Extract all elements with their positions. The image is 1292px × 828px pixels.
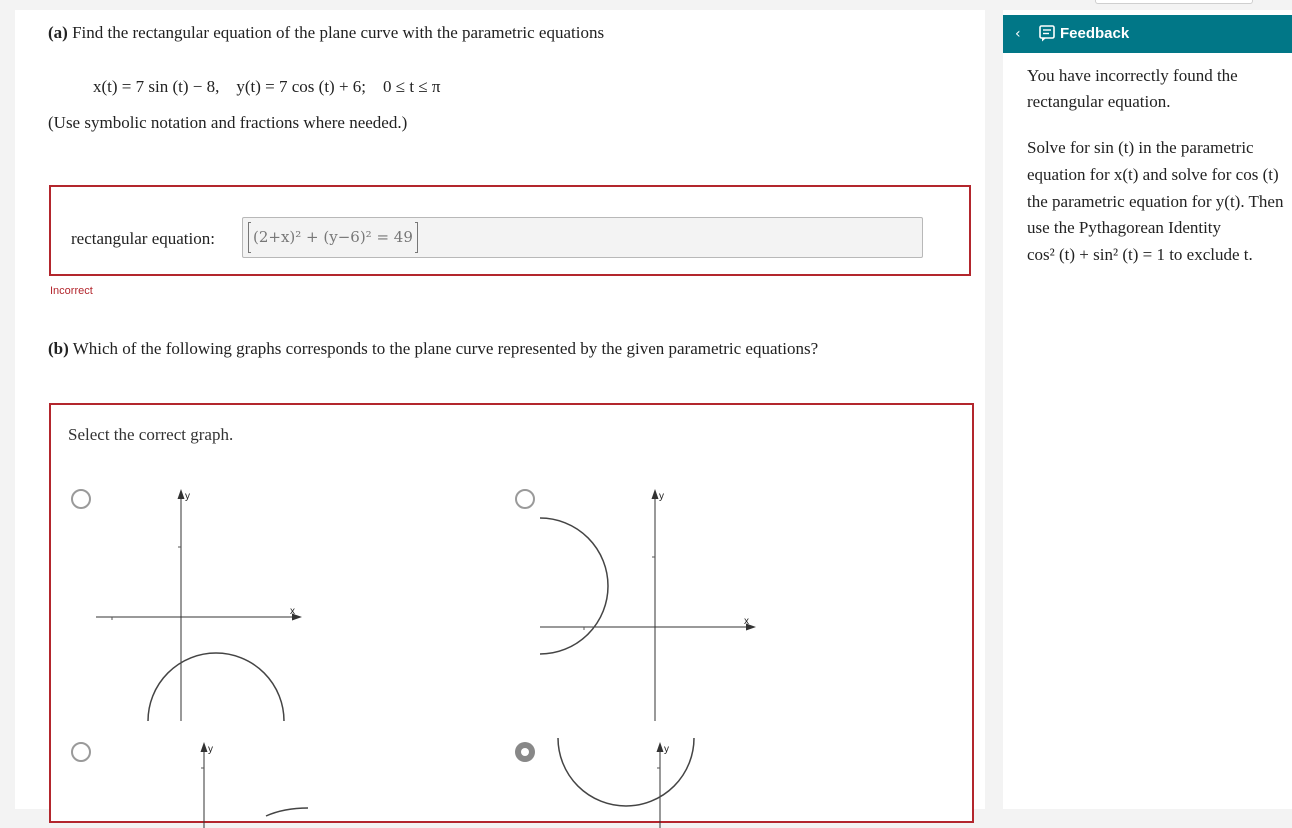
y-axis-label: y — [185, 491, 190, 502]
graph-option-1[interactable]: y x — [96, 485, 316, 722]
x-equation: x(t) = 7 sin (t) − 8, — [93, 77, 220, 96]
bracket-left — [248, 222, 251, 253]
graph-option-2-radio[interactable] — [515, 489, 535, 509]
part-b-prompt: (b) Which of the following graphs corres… — [48, 339, 819, 358]
graph-choices: Select the correct graph. y x y x y y — [49, 403, 974, 828]
y-axis-label: y — [664, 744, 669, 755]
feedback-line-2: rectangular equation. — [1027, 92, 1171, 111]
feedback-header[interactable]: ‹ Feedback — [1003, 15, 1292, 53]
answer-expression: (2+x)² + (y−6)² = 49 — [248, 222, 418, 253]
x-axis-label: x — [290, 606, 295, 617]
x-axis-label: x — [744, 616, 749, 627]
question-panel: (a) Find the rectangular equation of the… — [15, 10, 985, 828]
curve-right-semicircle — [539, 517, 609, 655]
y-axis-arrow — [651, 489, 659, 499]
feedback-title: Feedback — [1060, 25, 1130, 42]
feedback-comment-icon — [1039, 25, 1055, 42]
y-axis-arrow — [656, 742, 664, 752]
notation-hint: (Use symbolic notation and fractions whe… — [48, 113, 408, 132]
feedback-line-6: use the Pythagorean Identity — [1027, 218, 1222, 237]
graph-option-2[interactable]: y x — [539, 485, 770, 721]
curve-upper-semicircle — [147, 652, 285, 722]
y-axis-arrow — [200, 742, 208, 752]
bracket-right — [414, 222, 418, 253]
select-graph-label: Select the correct graph. — [68, 425, 234, 444]
feedback-line-4: equation for x(t) and solve for cos (t) — [1027, 165, 1279, 184]
t-range: 0 ≤ t ≤ π — [383, 77, 441, 96]
y-equation: y(t) = 7 cos (t) + 6; — [236, 77, 367, 96]
graph-option-3[interactable]: y — [96, 738, 316, 828]
feedback-panel: ‹ Feedback You have incorrectly found th… — [1003, 10, 1292, 809]
parametric-equations: x(t) = 7 sin (t) − 8, y(t) = 7 cos (t) +… — [93, 77, 440, 97]
curve-lower-semicircle — [557, 737, 695, 807]
y-axis-label: y — [659, 491, 664, 502]
graph-option-1-radio[interactable] — [71, 489, 91, 509]
status-incorrect: Incorrect — [50, 285, 93, 297]
graph-option-3-radio[interactable] — [71, 742, 91, 762]
curve-partial-arc — [265, 807, 309, 817]
feedback-line-5: the parametric equation for y(t). Then — [1027, 192, 1284, 211]
top-toolbar-stub — [1095, 0, 1253, 4]
feedback-line-7: cos² (t) + sin² (t) = 1 to exclude t. — [1027, 245, 1253, 264]
feedback-line-1: You have incorrectly found the — [1027, 66, 1238, 85]
answer-container: rectangular equation: (2+x)² + (y−6)² = … — [49, 185, 971, 276]
feedback-line-3: Solve for sin (t) in the parametric — [1027, 138, 1254, 157]
answer-value: (2+x)² + (y−6)² = 49 — [253, 228, 413, 246]
graph-option-4[interactable]: y — [540, 737, 770, 828]
graph-option-4-radio[interactable] — [515, 742, 535, 762]
y-axis-label: y — [208, 744, 213, 755]
rectangular-equation-input[interactable]: (2+x)² + (y−6)² = 49 — [242, 217, 923, 258]
chevron-left-icon[interactable]: ‹ — [1015, 26, 1021, 42]
y-axis-arrow — [177, 489, 185, 499]
answer-label: rectangular equation: — [71, 229, 215, 248]
part-a-prompt: (a) Find the rectangular equation of the… — [48, 23, 605, 42]
